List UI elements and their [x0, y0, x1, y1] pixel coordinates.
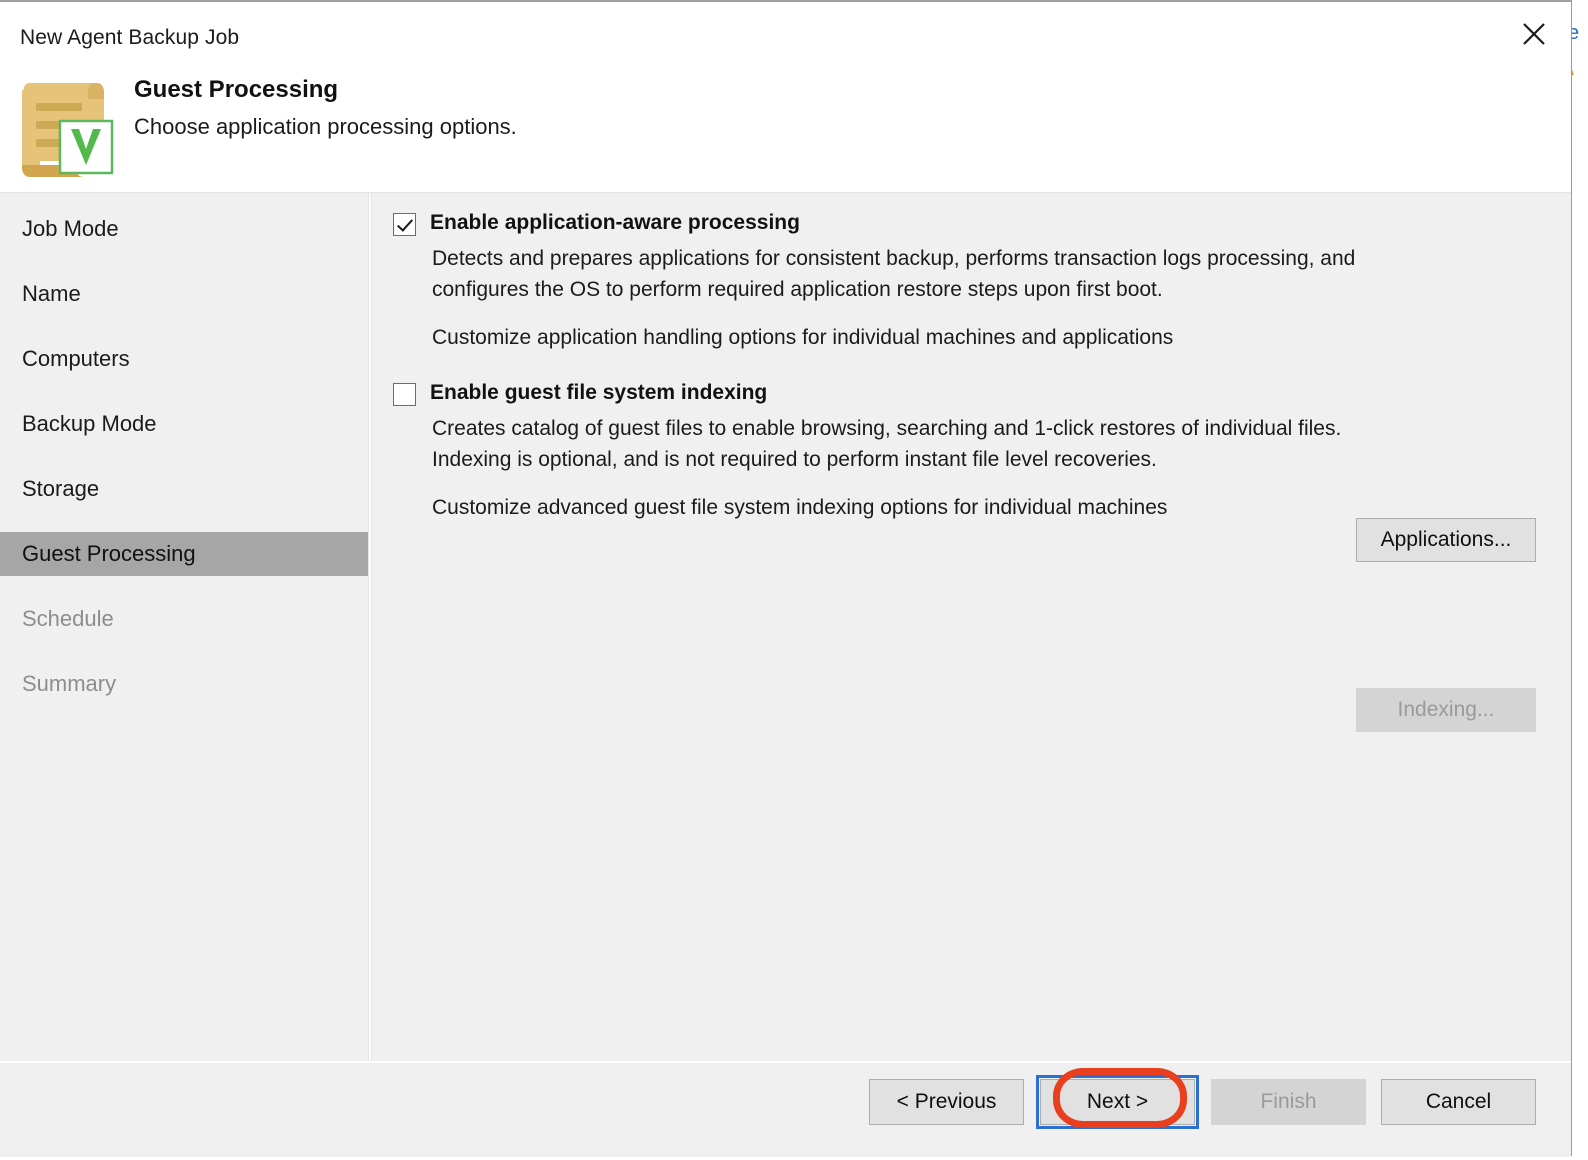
previous-button[interactable]: < Previous — [869, 1079, 1024, 1125]
sidebar-item-computers[interactable]: Computers — [0, 337, 368, 381]
guest-indexing-description-line1: Creates catalog of guest files to enable… — [432, 417, 1342, 440]
sidebar-item-label: Storage — [22, 476, 100, 501]
app-aware-processing-checkbox[interactable] — [393, 213, 416, 236]
sidebar-item-guest-processing[interactable]: Guest Processing — [0, 532, 368, 576]
sidebar-item-schedule: Schedule — [0, 597, 368, 641]
new-agent-backup-job-dialog: New Agent Backup Job Guest Processing Ch… — [0, 0, 1572, 1157]
guest-processing-document-icon — [10, 69, 120, 179]
sidebar-item-storage[interactable]: Storage — [0, 467, 368, 511]
sidebar-item-label: Computers — [22, 346, 130, 371]
dialog-body: Job Mode Name Computers Backup Mode Stor… — [0, 192, 1571, 1061]
guest-indexing-checkbox-row[interactable]: Enable guest file system indexing — [393, 380, 767, 406]
guest-processing-options-panel: Enable application-aware processing Dete… — [373, 193, 1571, 1061]
dialog-title: New Agent Backup Job — [20, 26, 240, 49]
background-app-sliver: e \ — [1572, 0, 1588, 1160]
finish-button: Finish — [1211, 1079, 1366, 1125]
dialog-header: Guest Processing Choose application proc… — [0, 64, 1571, 192]
sidebar-content-divider — [368, 193, 372, 1061]
sidebar-item-backup-mode[interactable]: Backup Mode — [0, 402, 368, 446]
sidebar-item-summary: Summary — [0, 662, 368, 706]
applications-button[interactable]: Applications... — [1356, 518, 1536, 562]
app-aware-customize-text: Customize application handling options f… — [432, 326, 1174, 349]
sidebar-item-label: Schedule — [22, 606, 114, 631]
app-aware-description-line2: configures the OS to perform required ap… — [432, 278, 1163, 301]
indexing-button: Indexing... — [1356, 688, 1536, 732]
guest-indexing-description-line2: Indexing is optional, and is not require… — [432, 448, 1157, 471]
sidebar-item-label: Job Mode — [22, 216, 119, 241]
background-glyph-1: e — [1572, 22, 1580, 44]
next-button[interactable]: Next > — [1040, 1079, 1195, 1125]
app-aware-processing-label: Enable application-aware processing — [430, 211, 800, 234]
page-subtitle: Choose application processing options. — [134, 114, 517, 139]
sidebar-item-job-mode[interactable]: Job Mode — [0, 207, 368, 251]
sidebar-item-name[interactable]: Name — [0, 272, 368, 316]
background-glyph-2: \ — [1572, 58, 1574, 81]
guest-indexing-customize-text: Customize advanced guest file system ind… — [432, 496, 1168, 519]
sidebar-item-label: Backup Mode — [22, 411, 157, 436]
dialog-titlebar: New Agent Backup Job — [0, 2, 1571, 64]
sidebar-item-label: Summary — [22, 671, 117, 696]
wizard-step-sidebar: Job Mode Name Computers Backup Mode Stor… — [0, 193, 368, 1061]
guest-indexing-label: Enable guest file system indexing — [430, 381, 768, 404]
page-title: Guest Processing — [134, 76, 339, 103]
app-aware-processing-checkbox-row[interactable]: Enable application-aware processing — [393, 210, 800, 236]
cancel-button[interactable]: Cancel — [1381, 1079, 1536, 1125]
app-aware-description-line1: Detects and prepares applications for co… — [432, 247, 1356, 270]
close-icon[interactable] — [1505, 12, 1563, 56]
dialog-footer: < Previous Next > Finish Cancel — [0, 1061, 1571, 1157]
guest-indexing-checkbox[interactable] — [393, 383, 416, 406]
sidebar-item-label: Name — [22, 281, 81, 306]
sidebar-item-label: Guest Processing — [22, 541, 196, 566]
